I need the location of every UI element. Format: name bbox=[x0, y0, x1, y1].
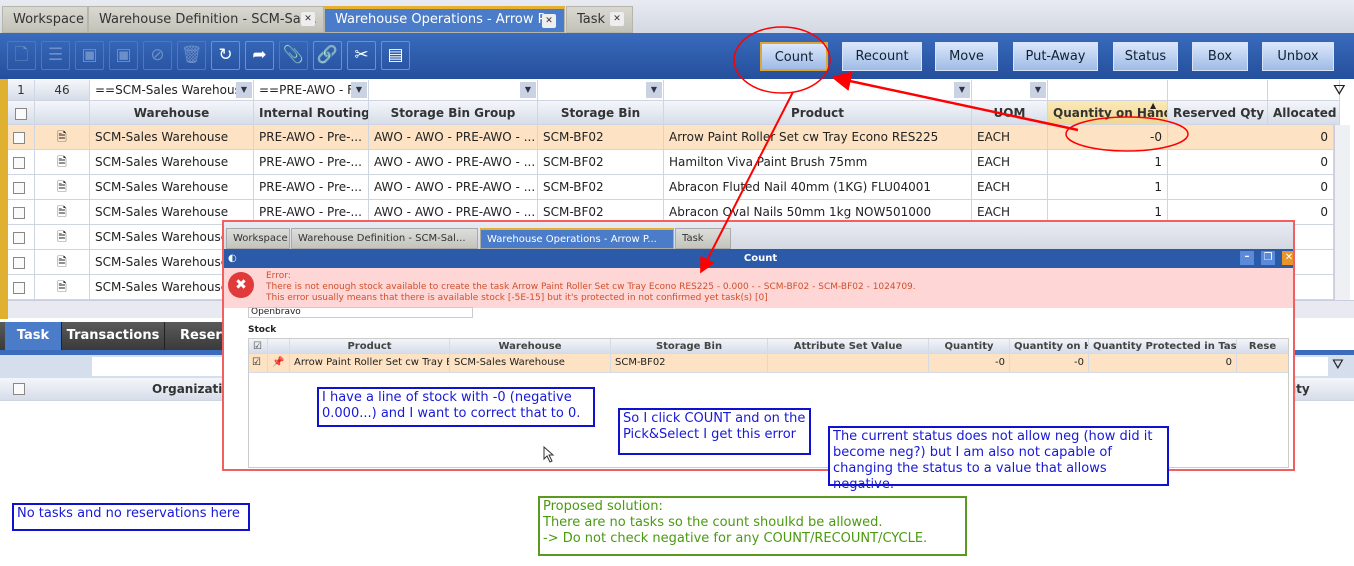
solution-line-1: There are no tasks so the count shoulkd … bbox=[543, 515, 883, 530]
annotation-proposed-solution: Proposed solution: There are no tasks so… bbox=[538, 496, 967, 556]
highlight-ellipse-count bbox=[733, 26, 831, 94]
arrow-qty-to-count bbox=[831, 71, 1079, 132]
annotation-negative-stock: I have a line of stock with -0 (negative… bbox=[317, 387, 595, 427]
arrow-count-to-error bbox=[700, 91, 794, 274]
annotation-count-error: So I click COUNT and on the Pick&Select … bbox=[618, 408, 811, 455]
solution-title: Proposed solution: bbox=[543, 499, 663, 514]
solution-line-2: -> Do not check negative for any COUNT/R… bbox=[543, 531, 928, 546]
highlight-ellipse-qty bbox=[1065, 116, 1189, 152]
annotation-no-tasks: No tasks and no reservations here bbox=[12, 503, 250, 531]
mouse-cursor-icon bbox=[543, 445, 555, 463]
annotation-status: The current status does not allow neg (h… bbox=[828, 426, 1169, 492]
